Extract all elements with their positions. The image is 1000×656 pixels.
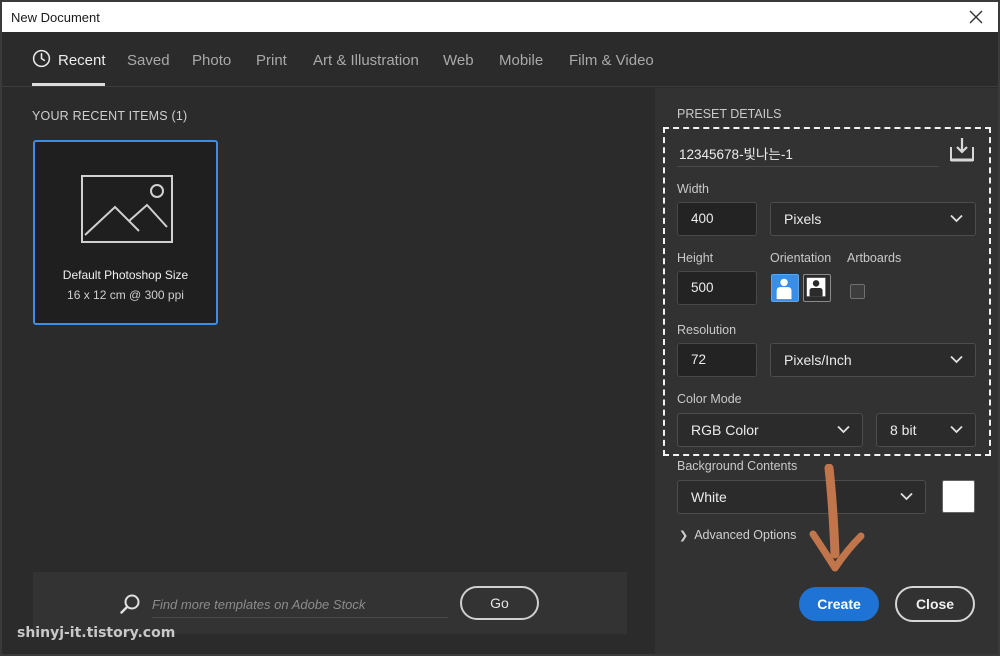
advanced-options-label: Advanced Options [694, 528, 797, 542]
height-label: Height [677, 251, 714, 265]
chevron-down-icon [900, 492, 913, 501]
window-title: New Document [11, 10, 100, 25]
chevron-right-icon: ❯ [679, 530, 689, 542]
chevron-down-icon [950, 425, 963, 434]
width-unit-select[interactable]: Pixels [770, 202, 976, 236]
width-unit-value: Pixels [784, 211, 822, 227]
annotation-arrow-icon [809, 464, 865, 572]
portrait-person-icon [776, 278, 792, 300]
resolution-input[interactable]: 72 [677, 343, 757, 377]
image-placeholder-icon [81, 175, 173, 243]
advanced-options-toggle[interactable]: ❯ Advanced Options [679, 528, 796, 542]
tab-art-illustration[interactable]: Art & Illustration [313, 52, 419, 69]
clock-icon [32, 49, 51, 68]
resolution-unit-value: Pixels/Inch [784, 352, 852, 368]
landscape-person-icon [806, 277, 826, 297]
tab-recent[interactable]: Recent [58, 52, 106, 69]
preset-name-field[interactable]: 12345678-빛나는-1 [679, 143, 793, 163]
chevron-down-icon [950, 355, 963, 364]
tab-web[interactable]: Web [443, 52, 474, 69]
artboards-label: Artboards [847, 251, 902, 265]
color-mode-label: Color Mode [677, 392, 742, 406]
orientation-label: Orientation [770, 251, 832, 265]
tab-mobile[interactable]: Mobile [499, 52, 543, 69]
recent-item-name: Default Photoshop Size [62, 268, 189, 282]
portrait-orientation-button[interactable] [771, 274, 799, 302]
background-contents-value: White [691, 489, 727, 505]
background-color-swatch[interactable] [942, 480, 975, 513]
chevron-down-icon [837, 425, 850, 434]
tab-saved[interactable]: Saved [127, 52, 170, 69]
width-input[interactable]: 400 [677, 202, 757, 236]
preset-details-heading: PRESET DETAILS [677, 107, 782, 121]
go-button[interactable]: Go [460, 586, 539, 620]
resolution-unit-select[interactable]: Pixels/Inch [770, 343, 976, 377]
search-icon [120, 594, 140, 614]
landscape-orientation-button[interactable] [803, 274, 831, 302]
category-tabs: Recent Saved Photo Print Art & Illustrat… [2, 32, 998, 87]
preset-name-underline [677, 166, 939, 167]
chevron-down-icon [950, 214, 963, 223]
close-button[interactable]: Close [895, 586, 975, 622]
recent-panel: YOUR RECENT ITEMS (1) Default Photoshop … [2, 88, 654, 654]
tab-film-video[interactable]: Film & Video [569, 52, 654, 69]
tab-photo[interactable]: Photo [192, 52, 231, 69]
background-contents-select[interactable]: White [677, 480, 926, 514]
stock-search-input[interactable] [152, 592, 448, 618]
recent-items-heading: YOUR RECENT ITEMS (1) [32, 109, 188, 123]
title-bar: New Document [2, 2, 998, 32]
preset-details-panel: PRESET DETAILS 12345678-빛나는-1 Width 400 … [655, 88, 998, 654]
width-label: Width [677, 182, 709, 196]
height-input[interactable]: 500 [677, 271, 757, 305]
active-tab-indicator [32, 83, 105, 86]
color-mode-select[interactable]: RGB Color [677, 413, 863, 447]
watermark-text: shinyj-it.tistory.com [17, 625, 176, 641]
recent-item-size: 16 x 12 cm @ 300 ppi [67, 288, 184, 302]
artboards-checkbox[interactable] [850, 284, 865, 299]
color-mode-value: RGB Color [691, 422, 759, 438]
bit-depth-select[interactable]: 8 bit [876, 413, 976, 447]
save-preset-icon[interactable] [949, 136, 975, 162]
bit-depth-value: 8 bit [890, 422, 917, 438]
background-contents-label: Background Contents [677, 459, 798, 473]
close-icon[interactable] [964, 5, 988, 29]
recent-item-card[interactable]: Default Photoshop Size 16 x 12 cm @ 300 … [33, 140, 218, 325]
create-button[interactable]: Create [799, 587, 879, 621]
new-document-dialog: New Document Recent Saved Photo Print Ar… [0, 0, 1000, 656]
resolution-label: Resolution [677, 323, 737, 337]
tab-print[interactable]: Print [256, 52, 287, 69]
